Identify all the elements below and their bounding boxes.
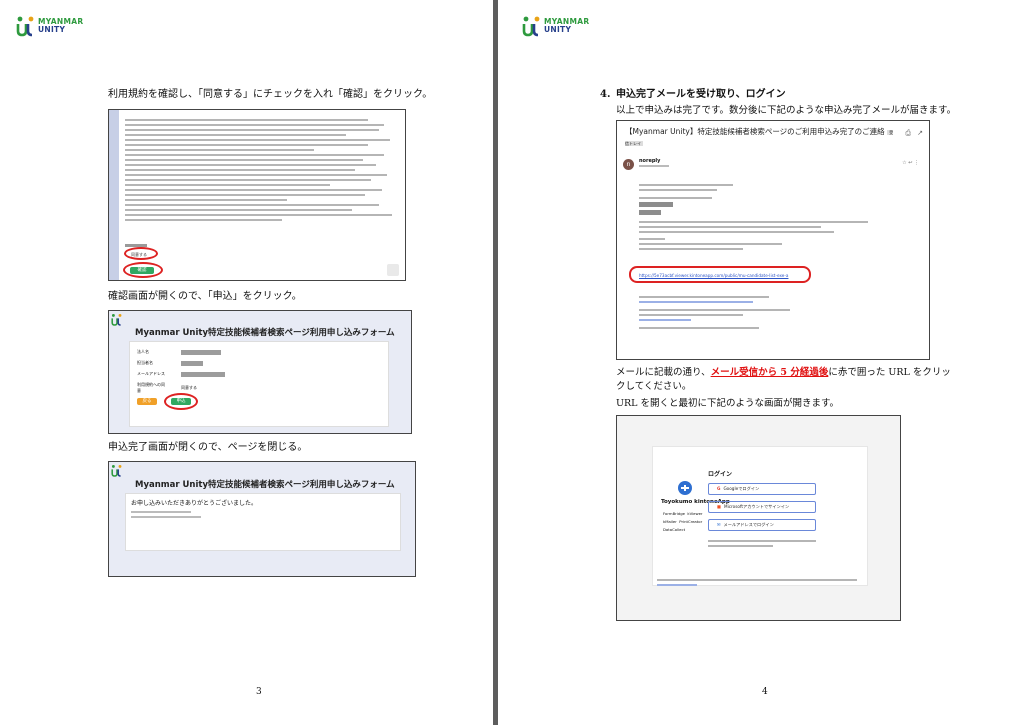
form-done-screenshot: Myanmar Unity特定技能候補者検索ページ利用申し込みフォーム お申し込… [108, 461, 416, 577]
instruction-apply: 確認画面が開くので、「申込」をクリック。 [108, 291, 302, 302]
form-label-company: 法人名 [137, 349, 149, 354]
login-screenshot: Toyokumo kintoneApp FormBridge kViewer k… [616, 415, 901, 621]
logo-mark-icon [16, 16, 34, 37]
logo-mark-icon [111, 464, 122, 477]
form-title: Myanmar Unity特定技能候補者検索ページ利用申し込みフォーム [135, 328, 395, 338]
terms-screenshot: 同意する 確認 [108, 109, 406, 281]
apply-highlight [164, 393, 198, 410]
section-number: 4. [600, 89, 611, 100]
form-value-agree: 同意する [181, 385, 197, 390]
form-value-email [181, 371, 225, 377]
document-page-4: MYANMAR UNITY 4. 申込完了メールを受け取り、ログイン 以上で申込… [498, 0, 1024, 725]
logo-text-unity: UNITY [544, 25, 572, 34]
product-datacollect: DataCollect [663, 527, 686, 532]
link-highlight [629, 266, 811, 283]
logo-mark-icon [522, 16, 540, 37]
screenshot-sidebar [109, 110, 119, 280]
agree-highlight [124, 247, 158, 260]
form-logo [111, 313, 123, 326]
login-footer-note [657, 576, 857, 589]
print-icon[interactable]: ⎙ [905, 129, 911, 138]
logo-mark-icon [111, 313, 122, 326]
page-number: 3 [256, 687, 262, 697]
done-message: お申し込みいただきありがとうございました。 [131, 500, 258, 507]
instruction-wait-highlight: メール受信から 5 分経過後 [710, 367, 829, 378]
myanmar-unity-logo: MYANMAR UNITY [522, 15, 589, 37]
back-button[interactable]: 戻る [137, 398, 157, 405]
login-title: ログイン [708, 471, 733, 478]
sender-avatar: n [623, 159, 634, 170]
page-number: 4 [762, 687, 768, 697]
email-body [639, 181, 899, 253]
open-external-icon[interactable]: ↗ [917, 129, 923, 137]
form-label-agree: 利用規約への同意 [137, 382, 165, 393]
product-printcreator: PrintCreator [679, 519, 703, 524]
email-login-button[interactable]: ✉ メールアドレスでログイン [708, 519, 816, 531]
microsoft-login-label: Microsoftアカウントでサインイン [723, 504, 790, 509]
form-value-company [181, 349, 221, 355]
myanmar-unity-logo: MYANMAR UNITY [16, 15, 83, 37]
product-kviewer: kViewer [687, 511, 703, 516]
google-login-label: Googleでログイン [723, 486, 760, 491]
product-formbridge: FormBridge [663, 511, 685, 516]
microsoft-icon: ■ [717, 504, 721, 509]
terms-text-block [125, 116, 395, 224]
section-intro: 以上で申込みは完了です。数分後に下記のような申込み完了メールが届きます。 [616, 105, 957, 116]
document-page-3: MYANMAR UNITY 利用規約を確認し、「同意する」にチェックを入れ「確認… [0, 0, 493, 725]
email-screenshot: 【Myanmar Unity】特定技能候補者検索ページのご利用申込み完了のご連絡… [616, 120, 930, 360]
recaptcha-icon [387, 264, 399, 276]
instruction-agree: 利用規約を確認し、「同意する」にチェックを入れ「確認」をクリック。 [108, 89, 433, 100]
google-login-button[interactable]: G Googleでログイン [708, 483, 816, 495]
done-logo [111, 464, 123, 477]
email-footer [639, 293, 899, 332]
microsoft-login-button[interactable]: ■ Microsoftアカウントでサインイン [708, 501, 816, 513]
form-confirm-screenshot: Myanmar Unity特定技能候補者検索ページ利用申し込みフォーム 法人名 … [108, 310, 412, 434]
instruction-pre: メールに記載の通り、 [616, 367, 711, 378]
email-subject: 【Myanmar Unity】特定技能候補者検索ページのご利用申込み完了のご連絡 [625, 127, 885, 136]
sender-name: noreply [639, 158, 661, 164]
mail-icon: ✉ [717, 522, 721, 527]
form-label-person: 担当者名 [137, 360, 153, 365]
login-notice [708, 537, 816, 550]
logo-text-unity: UNITY [38, 25, 66, 34]
email-actions-icons[interactable]: ☆ ↩ ⋮ [902, 160, 919, 166]
product-kmailer: kMailer [663, 519, 677, 524]
section-heading: 申込完了メールを受け取り、ログイン [616, 89, 786, 100]
done-title: Myanmar Unity特定技能候補者検索ページ利用申し込みフォーム [135, 480, 395, 490]
instruction-screen-opens: URL を開くと最初に下記のような画面が開きます。 [616, 398, 840, 409]
email-login-label: メールアドレスでログイン [723, 522, 774, 527]
form-label-email: メールアドレス [137, 371, 165, 376]
instruction-close: 申込完了画面が閉くので、ページを閉じる。 [108, 442, 308, 453]
instruction-click-url: メールに記載の通り、メール受信から 5 分経過後に赤で囲った URL をクリック… [616, 366, 956, 394]
toyokumo-logo-icon [678, 481, 692, 495]
confirm-highlight [123, 262, 163, 278]
form-value-person [181, 360, 203, 366]
google-icon: G [717, 486, 721, 491]
